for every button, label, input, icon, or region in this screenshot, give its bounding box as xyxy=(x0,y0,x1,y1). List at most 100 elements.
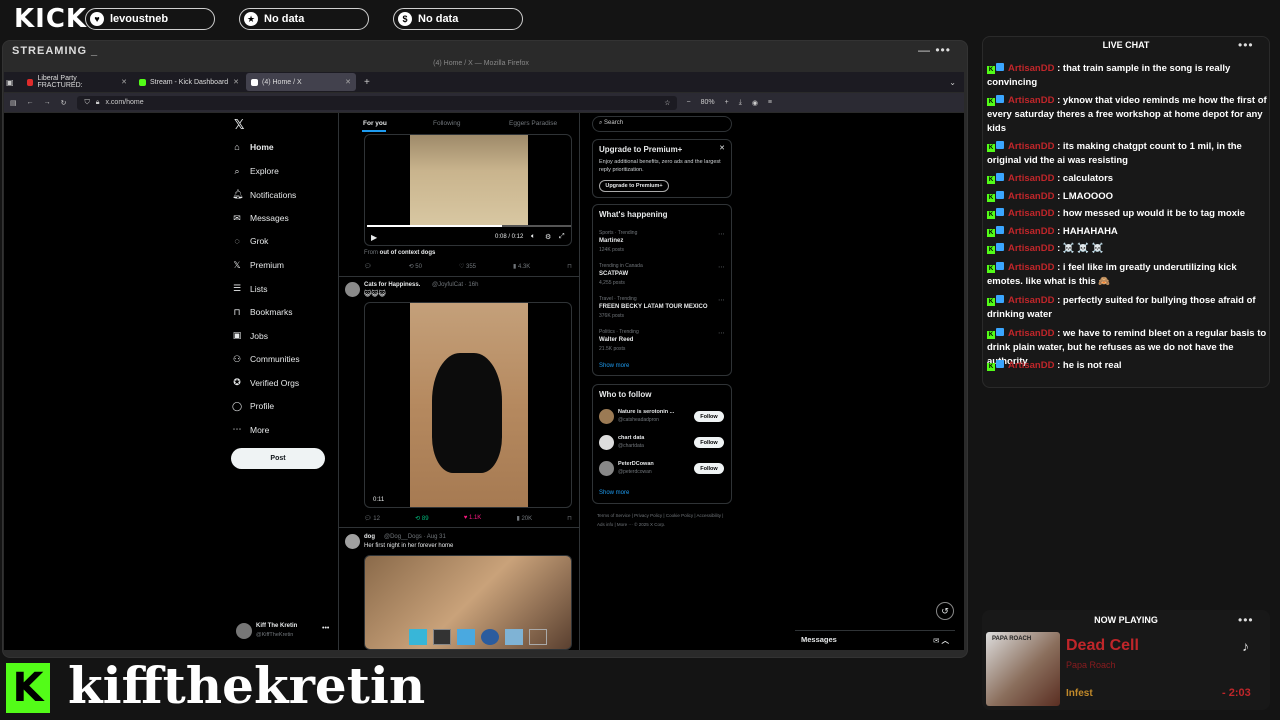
chat-username[interactable]: ArtisanDD xyxy=(1008,95,1054,106)
chat-username[interactable]: ArtisanDD xyxy=(1008,141,1054,152)
avatar[interactable] xyxy=(345,282,360,297)
tab-following[interactable]: Following xyxy=(433,120,460,127)
follow-button[interactable]: Follow xyxy=(694,437,724,448)
avatar[interactable] xyxy=(599,435,614,450)
forward-icon[interactable]: → xyxy=(44,99,51,106)
follow-button[interactable]: Follow xyxy=(694,411,724,422)
chat-username[interactable]: ArtisanDD xyxy=(1008,328,1054,339)
browser-tab-active[interactable]: (4) Home / X ✕ xyxy=(246,73,356,91)
close-icon[interactable]: ✕ xyxy=(121,78,127,86)
show-more-link[interactable]: Show more xyxy=(599,363,629,369)
trend-name[interactable]: Martinez xyxy=(599,238,714,244)
terminal-icon[interactable] xyxy=(433,629,451,645)
sidebar-item-notifications[interactable]: 🔔︎ Notifications xyxy=(232,189,296,200)
repost-count[interactable]: ⟲ 50 xyxy=(409,263,422,270)
video-player[interactable]: ▶ 0:08 / 0:12 🔈︎ ⚙ ⤢ xyxy=(364,134,572,246)
back-icon[interactable]: ← xyxy=(27,99,34,106)
sidebar-icon[interactable]: ▤ xyxy=(10,99,17,107)
reply-icon[interactable]: 💬︎ xyxy=(364,263,372,270)
zoom-out-icon[interactable]: − xyxy=(687,99,691,106)
follow-name[interactable]: chart data xyxy=(618,435,688,441)
post-author[interactable]: Cats for Happiness. xyxy=(364,282,420,288)
avatar[interactable] xyxy=(599,409,614,424)
tab-eggers-paradise[interactable]: Eggers Paradise xyxy=(509,120,557,127)
url-bar[interactable]: ⛉ 🔒︎ x.com/home ☆ xyxy=(76,95,677,110)
progress-track[interactable] xyxy=(367,225,571,227)
avatar[interactable] xyxy=(599,461,614,476)
close-icon[interactable]: ✕ xyxy=(719,144,725,152)
chat-username[interactable]: ArtisanDD xyxy=(1008,226,1054,237)
trend-name[interactable]: SCATPAW xyxy=(599,271,714,277)
new-tab-icon[interactable]: + xyxy=(364,77,370,88)
download-icon[interactable]: ⤓ xyxy=(739,99,742,107)
messages-drawer[interactable]: Messages ✉ ︿ xyxy=(795,630,955,648)
follow-name[interactable]: Nature is serotonin ... xyxy=(618,409,688,415)
x-logo-icon[interactable]: 𝕏 xyxy=(234,117,244,133)
np-menu-icon[interactable]: ••• xyxy=(1238,613,1254,627)
show-more-link[interactable]: Show more xyxy=(599,490,629,496)
trend-name[interactable]: FREEN BECKY LATAM TOUR MEXICO xyxy=(599,304,714,310)
post-button[interactable]: Post xyxy=(231,448,325,469)
chat-username[interactable]: ArtisanDD xyxy=(1008,243,1054,254)
sidebar-item-messages[interactable]: ✉ Messages xyxy=(232,213,289,224)
folder-icon[interactable] xyxy=(529,629,547,645)
video-player[interactable]: 0:11 xyxy=(364,302,572,508)
close-icon[interactable]: ✕ xyxy=(233,78,239,86)
chat-username[interactable]: ArtisanDD xyxy=(1008,360,1054,371)
sidebar-item-jobs[interactable]: ▣ Jobs xyxy=(232,330,268,341)
source-link[interactable]: out of context dogs xyxy=(380,250,436,256)
sidebar-item-premium[interactable]: 𝕏 Premium xyxy=(232,260,284,271)
bookmark-star-icon[interactable]: ☆ xyxy=(664,99,670,107)
search-input[interactable]: ⌕ Search xyxy=(592,116,732,132)
like-count[interactable]: ♥ 1.1K xyxy=(464,515,482,522)
more-icon[interactable]: ⋯ xyxy=(718,296,725,304)
zoom-level[interactable]: 80% xyxy=(701,99,715,106)
chat-username[interactable]: ArtisanDD xyxy=(1008,63,1054,74)
sidebar-item-home[interactable]: ⌂ Home xyxy=(232,142,273,152)
footer-links[interactable]: Terms of Service | Privacy Policy | Cook… xyxy=(597,511,731,529)
more-icon[interactable]: ⋯ xyxy=(718,230,725,238)
app-icon[interactable] xyxy=(409,629,427,645)
settings-icon[interactable]: ⚙ xyxy=(545,233,551,241)
sidebar-item-lists[interactable]: ☰ Lists xyxy=(232,283,268,294)
follow-button[interactable]: Follow xyxy=(694,463,724,474)
trend-name[interactable]: Walter Reed xyxy=(599,337,714,343)
chat-username[interactable]: ArtisanDD xyxy=(1008,208,1054,219)
fullscreen-icon[interactable]: ⤢ xyxy=(559,233,565,241)
post-author[interactable]: dog xyxy=(364,534,375,540)
compose-icon[interactable]: ✉ ︿ xyxy=(933,635,949,645)
premium-button[interactable]: Upgrade to Premium+ xyxy=(599,180,669,192)
menu-icon[interactable]: ≡ xyxy=(768,99,772,106)
more-icon[interactable]: ⋯ xyxy=(718,329,725,337)
browser-tab[interactable]: Liberal Party FRACTURED: ✕ xyxy=(22,73,132,91)
sidebar-item-profile[interactable]: ◯ Profile xyxy=(232,401,274,412)
sidebar-item-bookmarks[interactable]: ⊓ Bookmarks xyxy=(232,307,292,318)
browser-tab[interactable]: Stream - Kick Dashboard ✕ xyxy=(134,73,244,91)
chevron-down-icon[interactable]: ⌄ xyxy=(949,78,956,87)
chat-username[interactable]: ArtisanDD xyxy=(1008,262,1054,273)
bookmark-icon[interactable]: ⊓ xyxy=(567,515,572,522)
tab-list-icon[interactable]: ▣ xyxy=(6,78,20,87)
tab-for-you[interactable]: For you xyxy=(363,120,387,127)
sidebar-item-communities[interactable]: ⚇ Communities xyxy=(232,354,300,365)
search-icon[interactable] xyxy=(505,629,523,645)
close-icon[interactable]: ✕ xyxy=(345,78,351,86)
bookmark-icon[interactable]: ⊓ xyxy=(567,263,572,270)
sidebar-item-more[interactable]: ⋯ More xyxy=(232,424,270,435)
avatar[interactable] xyxy=(236,623,252,639)
browser-icon[interactable] xyxy=(481,629,499,645)
avatar[interactable] xyxy=(345,534,360,549)
reload-icon[interactable]: ↻ xyxy=(61,99,67,107)
sidebar-item-grok[interactable]: ◌ Grok xyxy=(232,236,268,246)
more-icon[interactable]: ⋯ xyxy=(718,263,725,271)
stream-menu-icon[interactable]: — ••• xyxy=(918,43,951,57)
chat-username[interactable]: ArtisanDD xyxy=(1008,173,1054,184)
extension-icon[interactable]: ◉ xyxy=(752,99,758,107)
repost-count[interactable]: ⟲ 89 xyxy=(415,515,428,522)
sidebar-item-verified-orgs[interactable]: ✪ Verified Orgs xyxy=(232,377,299,388)
follow-name[interactable]: PeterDCowan xyxy=(618,461,688,467)
more-icon[interactable]: ••• xyxy=(322,625,329,632)
chat-username[interactable]: ArtisanDD xyxy=(1008,295,1054,306)
zoom-in-icon[interactable]: + xyxy=(725,99,729,106)
reply-count[interactable]: 💬︎ 12 xyxy=(364,515,380,522)
